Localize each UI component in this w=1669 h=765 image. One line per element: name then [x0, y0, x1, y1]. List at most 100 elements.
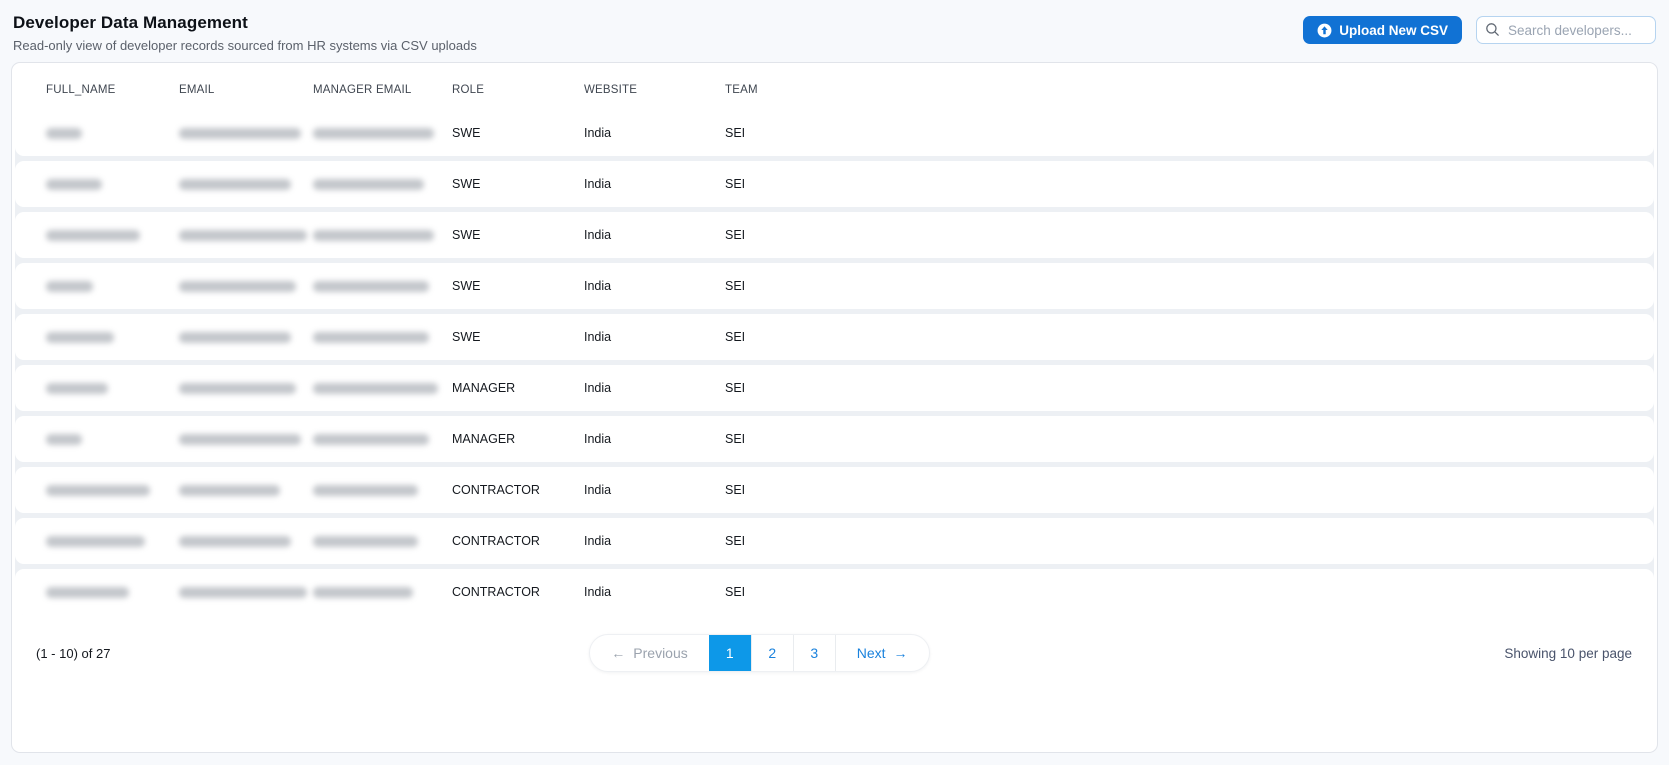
- role-cell: SWE: [452, 126, 481, 140]
- website-cell: India: [584, 279, 612, 293]
- full-name-redacted-cell: [46, 127, 179, 139]
- manager-email-redacted-cell: [313, 331, 452, 343]
- page-subtitle: Read-only view of developer records sour…: [13, 38, 477, 53]
- manager-email-redacted-cell: [313, 535, 452, 547]
- website-cell: India: [584, 330, 612, 344]
- manager-email-redacted-cell-blur: [313, 229, 434, 241]
- website-cell: India: [584, 432, 612, 446]
- manager-email-redacted-cell-blur: [313, 331, 429, 343]
- manager-email-redacted-cell-blur: [313, 433, 429, 445]
- previous-label: Previous: [633, 645, 688, 661]
- page-button-3[interactable]: 3: [792, 635, 835, 671]
- table-row: SWE India SEI: [15, 314, 1654, 360]
- table-row: SWE India SEI: [15, 263, 1654, 309]
- full-name-redacted-cell: [46, 178, 179, 190]
- role-cell: SWE: [452, 177, 481, 191]
- pagination: ← Previous 123 Next →: [589, 634, 930, 672]
- table-row: CONTRACTOR India SEI: [15, 467, 1654, 513]
- email-redacted-cell-blur: [179, 382, 296, 394]
- table-header-row: FULL_NAME EMAIL MANAGER EMAIL ROLE WEBSITE TE…: [15, 63, 1654, 110]
- table-row: MANAGER India SEI: [15, 365, 1654, 411]
- previous-page-button[interactable]: ← Previous: [590, 635, 708, 671]
- manager-email-redacted-cell: [313, 382, 452, 394]
- arrow-up-circle-icon: [1317, 23, 1332, 38]
- email-redacted-cell-blur: [179, 433, 301, 445]
- table-row: SWE India SEI: [15, 161, 1654, 207]
- arrow-left-icon: ←: [611, 645, 626, 661]
- full-name-redacted-cell-blur: [46, 484, 150, 496]
- email-redacted-cell: [179, 229, 313, 241]
- full-name-redacted-cell-blur: [46, 433, 82, 445]
- role-cell: SWE: [452, 279, 481, 293]
- per-page-label: Showing 10 per page: [1504, 645, 1632, 661]
- full-name-redacted-cell-blur: [46, 586, 129, 598]
- team-cell: SEI: [725, 585, 746, 599]
- website-cell: India: [584, 126, 612, 140]
- email-redacted-cell: [179, 127, 313, 139]
- page-button-1[interactable]: 1: [708, 635, 751, 671]
- manager-email-redacted-cell-blur: [313, 586, 413, 598]
- team-cell: SEI: [725, 228, 746, 242]
- full-name-redacted-cell: [46, 586, 179, 598]
- email-redacted-cell: [179, 178, 313, 190]
- email-redacted-cell: [179, 280, 313, 292]
- range-label: (1 - 10) of 27: [36, 645, 111, 661]
- website-cell: India: [584, 585, 612, 599]
- full-name-redacted-cell: [46, 280, 179, 292]
- website-cell: India: [584, 228, 612, 242]
- full-name-redacted-cell: [46, 331, 179, 343]
- email-redacted-cell: [179, 382, 313, 394]
- developer-table-card: FULL_NAME EMAIL MANAGER EMAIL ROLE WEBSITE TE…: [11, 62, 1658, 753]
- role-cell: CONTRACTOR: [452, 585, 540, 599]
- page-header-text: Developer Data Management Read-only view…: [13, 13, 477, 53]
- search-input[interactable]: [1476, 16, 1656, 44]
- email-redacted-cell-blur: [179, 127, 301, 139]
- role-cell: CONTRACTOR: [452, 534, 540, 548]
- column-header-role: ROLE: [452, 83, 485, 96]
- table-row: CONTRACTOR India SEI: [15, 569, 1654, 615]
- toolbar: Upload New CSV: [1303, 16, 1656, 44]
- team-cell: SEI: [725, 483, 746, 497]
- upload-button-label: Upload New CSV: [1339, 22, 1448, 38]
- full-name-redacted-cell-blur: [46, 280, 93, 292]
- page-button-2[interactable]: 2: [750, 635, 793, 671]
- upload-new-csv-button[interactable]: Upload New CSV: [1303, 16, 1462, 44]
- manager-email-redacted-cell: [313, 229, 452, 241]
- team-cell: SEI: [725, 279, 746, 293]
- full-name-redacted-cell-blur: [46, 331, 114, 343]
- page: Developer Data Management Read-only view…: [0, 0, 1669, 765]
- role-cell: SWE: [452, 330, 481, 344]
- arrow-right-icon: →: [893, 645, 908, 661]
- table-row: CONTRACTOR India SEI: [15, 518, 1654, 564]
- table-footer: (1 - 10) of 27 ← Previous 123 Next → Sho…: [15, 634, 1654, 672]
- manager-email-redacted-cell: [313, 280, 452, 292]
- email-redacted-cell-blur: [179, 586, 307, 598]
- manager-email-redacted-cell: [313, 127, 452, 139]
- manager-email-redacted-cell: [313, 433, 452, 445]
- column-header-website: WEBSITE: [584, 83, 638, 96]
- manager-email-redacted-cell: [313, 586, 452, 598]
- role-cell: MANAGER: [452, 381, 516, 395]
- manager-email-redacted-cell-blur: [313, 127, 434, 139]
- website-cell: India: [584, 177, 612, 191]
- email-redacted-cell: [179, 331, 313, 343]
- full-name-redacted-cell-blur: [46, 382, 108, 394]
- role-cell: MANAGER: [452, 432, 516, 446]
- page-title: Developer Data Management: [13, 13, 248, 32]
- table-body: SWE India SEI SWE India SEI SWE India SEI SWE Indi…: [15, 110, 1654, 615]
- full-name-redacted-cell: [46, 484, 179, 496]
- search-box: [1476, 16, 1656, 44]
- full-name-redacted-cell-blur: [46, 127, 82, 139]
- next-page-button[interactable]: Next →: [834, 635, 929, 671]
- email-redacted-cell-blur: [179, 229, 307, 241]
- page-buttons: 123: [708, 635, 835, 671]
- team-cell: SEI: [725, 381, 746, 395]
- table-row: SWE India SEI: [15, 212, 1654, 258]
- full-name-redacted-cell-blur: [46, 535, 145, 547]
- full-name-redacted-cell-blur: [46, 229, 140, 241]
- table-row: MANAGER India SEI: [15, 416, 1654, 462]
- email-redacted-cell-blur: [179, 484, 280, 496]
- website-cell: India: [584, 381, 612, 395]
- manager-email-redacted-cell-blur: [313, 280, 429, 292]
- role-cell: CONTRACTOR: [452, 483, 540, 497]
